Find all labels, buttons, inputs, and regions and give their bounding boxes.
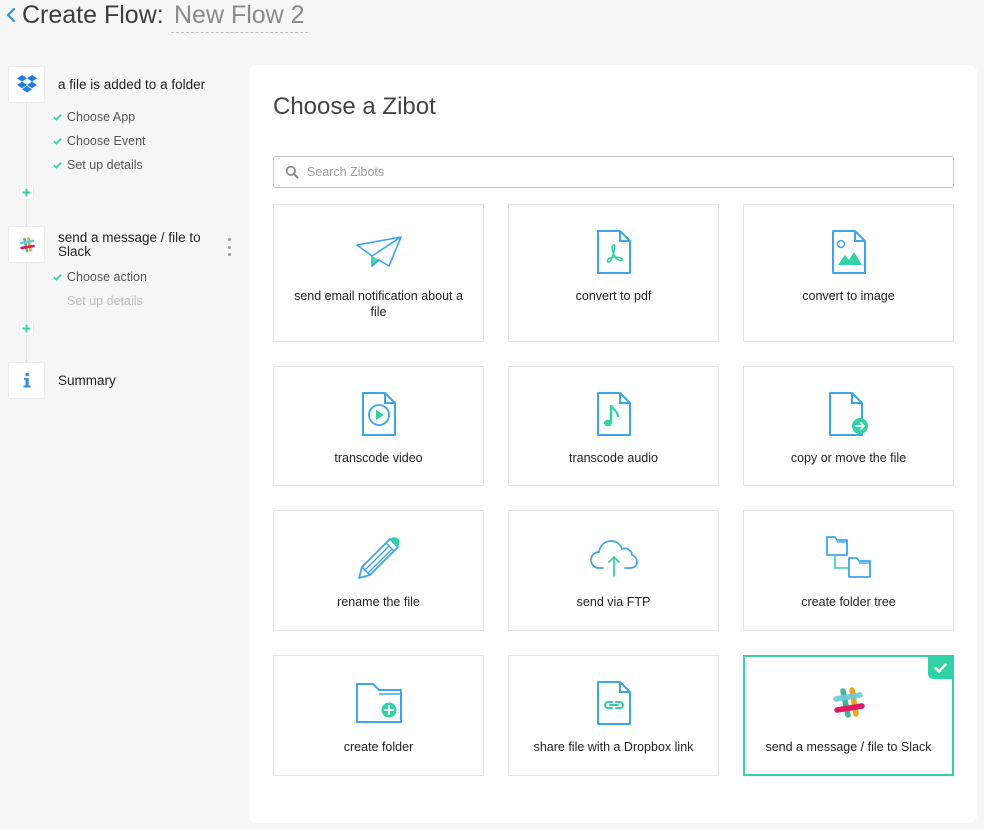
- substep-choose-app[interactable]: Choose App: [53, 110, 135, 124]
- zibot-label: create folder tree: [801, 595, 896, 609]
- substep-label: Set up details: [67, 158, 143, 172]
- substep-label: Set up details: [67, 294, 143, 308]
- zibot-label: send a message / file to Slack: [765, 740, 932, 754]
- kebab-dot: [227, 245, 231, 249]
- kebab-dot: [227, 253, 231, 256]
- kebab-menu-icon: [227, 238, 231, 241]
- substep-label: Choose action: [67, 270, 147, 284]
- search-box[interactable]: [273, 156, 954, 188]
- zibot-card-transcode-audio[interactable]: transcode audio: [508, 366, 719, 486]
- substep-label: Choose App: [67, 110, 136, 124]
- panel-title: Choose a Zibot: [273, 93, 436, 120]
- plus-icon: [22, 188, 31, 197]
- search-input[interactable]: [307, 158, 947, 186]
- substep-choose-action[interactable]: Choose action: [53, 270, 147, 284]
- search-icon: [285, 165, 299, 179]
- zibot-label: convert to pdf: [575, 289, 652, 303]
- pdf-file-icon: [596, 230, 631, 274]
- step-trigger-icon-box[interactable]: [8, 66, 45, 103]
- icon-wrap: [596, 678, 632, 728]
- icon-wrap: [832, 678, 866, 728]
- step-menu-button[interactable]: [224, 236, 234, 258]
- icon-wrap: [361, 389, 397, 439]
- icon-wrap: [825, 533, 873, 583]
- icon-wrap: [589, 533, 638, 583]
- chevron-left-icon: [6, 7, 16, 23]
- plus-icon: [22, 324, 31, 333]
- zibot-card-send-ftp[interactable]: send via FTP: [508, 510, 719, 631]
- check-icon: [53, 161, 62, 169]
- info-icon: [23, 373, 30, 388]
- icon-wrap: [596, 389, 632, 439]
- step-action-icon-box[interactable]: [8, 226, 45, 263]
- file-move-icon: [828, 392, 868, 436]
- slack-icon: [19, 236, 35, 252]
- zibot-label: convert to image: [802, 289, 895, 303]
- check-icon: [53, 113, 62, 121]
- folder-tree-icon: [825, 536, 871, 578]
- zibot-card-create-folder[interactable]: create folder: [273, 655, 484, 776]
- zibot-card-convert-image[interactable]: convert to image: [743, 204, 954, 342]
- zibot-card-send-email[interactable]: send email notification about a file: [273, 204, 484, 342]
- zibot-label: send email notification about a file: [294, 289, 463, 319]
- zibot-label: transcode video: [334, 451, 423, 465]
- substep-label: Choose Event: [67, 134, 146, 148]
- step-summary-title[interactable]: Summary: [58, 374, 116, 388]
- zibot-card-folder-tree[interactable]: create folder tree: [743, 510, 954, 631]
- image-file-icon: [831, 230, 866, 274]
- zibot-card-transcode-video[interactable]: transcode video: [273, 366, 484, 486]
- zibot-card-share-link[interactable]: share file with a Dropbox link: [508, 655, 719, 776]
- file-link-icon: [596, 681, 631, 725]
- icon-wrap: [356, 533, 402, 583]
- pencil-icon: [357, 537, 399, 579]
- zibot-label: create folder: [343, 740, 414, 754]
- zibot-panel: Choose a Zibot send email notification a…: [249, 65, 977, 823]
- page-title: Create Flow:: [22, 1, 164, 29]
- flow-name-field[interactable]: New Flow 2: [171, 0, 308, 33]
- step-trigger-title[interactable]: a file is added to a folder: [58, 78, 205, 92]
- zibot-label: share file with a Dropbox link: [533, 740, 694, 754]
- folder-add-icon: [355, 683, 402, 723]
- icon-wrap: [355, 227, 402, 277]
- zibot-label: rename the file: [337, 595, 420, 609]
- add-step-button[interactable]: [19, 321, 34, 336]
- dropbox-icon: [16, 74, 37, 92]
- zibot-label: send via FTP: [576, 595, 651, 609]
- icon-wrap: [355, 678, 403, 728]
- zibot-label: copy or move the file: [790, 451, 907, 465]
- substep-set-up-details[interactable]: Set up details: [53, 158, 143, 172]
- check-icon: [53, 273, 62, 281]
- zibot-card-send-slack[interactable]: send a message / file to Slack: [743, 655, 954, 776]
- slack-icon: [832, 687, 865, 718]
- substep-choose-event[interactable]: Choose Event: [53, 134, 146, 148]
- zibot-label: transcode audio: [569, 451, 658, 465]
- zibot-card-rename[interactable]: rename the file: [273, 510, 484, 631]
- step-summary-icon-box[interactable]: [8, 362, 45, 399]
- paper-plane-icon: [355, 236, 402, 267]
- video-file-icon: [361, 392, 396, 436]
- substep-set-up-details-pending[interactable]: Set up details: [53, 294, 143, 308]
- step-action-title[interactable]: send a message / file to Slack: [58, 231, 218, 259]
- zibot-card-copy-move[interactable]: copy or move the file: [743, 366, 954, 486]
- audio-file-icon: [596, 392, 631, 436]
- icon-wrap: [596, 227, 632, 277]
- zibot-grid: send email notification about a file con…: [273, 204, 954, 776]
- check-icon: [53, 137, 62, 145]
- icon-wrap: [831, 227, 867, 277]
- icon-wrap: [828, 389, 870, 439]
- cloud-upload-icon: [589, 540, 638, 577]
- zibot-card-convert-pdf[interactable]: convert to pdf: [508, 204, 719, 342]
- add-step-button[interactable]: [19, 185, 34, 200]
- selected-badge: [928, 656, 953, 679]
- back-button[interactable]: [4, 3, 18, 27]
- checkmark-icon: [934, 662, 947, 673]
